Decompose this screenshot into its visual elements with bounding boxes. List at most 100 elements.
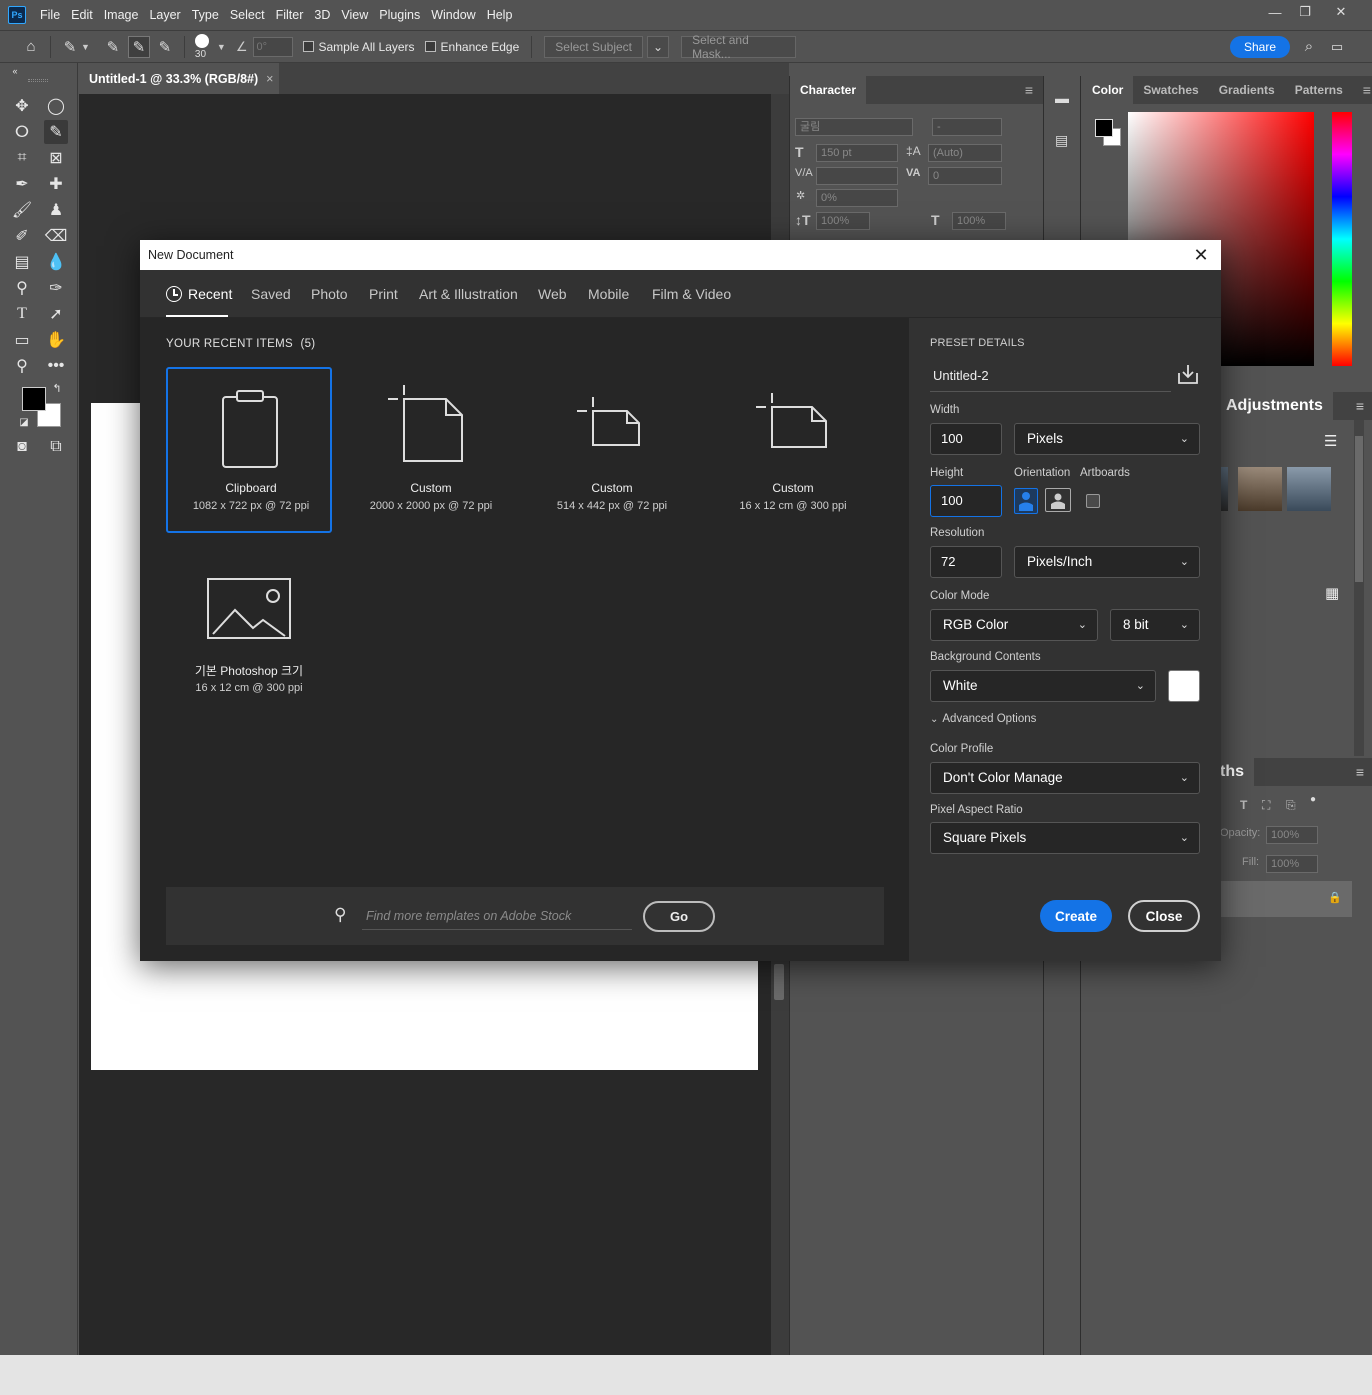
menu-filter[interactable]: Filter xyxy=(276,8,304,22)
home-icon[interactable]: ⌂ xyxy=(20,36,42,58)
recent-item-custom[interactable]: Custom 514 x 442 px @ 72 ppi xyxy=(529,367,695,533)
new-selection-icon[interactable]: ✎ xyxy=(102,36,124,58)
share-button[interactable]: Share xyxy=(1229,35,1290,58)
select-and-mask-button[interactable]: Select and Mask... xyxy=(681,33,797,61)
add-to-selection-icon[interactable]: ✎ xyxy=(127,35,150,58)
recent-item-clipboard[interactable]: Clipboard 1082 x 722 px @ 72 ppi xyxy=(166,367,332,533)
font-family-select[interactable]: 굴림 xyxy=(795,118,913,136)
layer-row[interactable]: 🔒 xyxy=(1220,881,1352,917)
tab-print[interactable]: Print xyxy=(369,270,398,318)
horizontal-scale-field[interactable]: 100% xyxy=(952,212,1006,230)
enhance-edge-checkbox[interactable]: Enhance Edge xyxy=(424,40,519,54)
type-tool-icon[interactable]: T xyxy=(10,302,34,326)
tab-saved[interactable]: Saved xyxy=(251,270,291,318)
brush-size-picker[interactable]: 30 xyxy=(193,32,213,62)
notes-icon[interactable]: ▤ xyxy=(1055,132,1068,149)
create-button[interactable]: Create xyxy=(1040,900,1112,932)
bit-depth-select[interactable]: 8 bit ⌄ xyxy=(1110,609,1200,641)
panel-menu-icon[interactable]: ≡ xyxy=(1353,76,1372,104)
more-tools-icon[interactable]: ••• xyxy=(44,354,68,378)
tab-close-icon[interactable]: × xyxy=(266,72,273,86)
resolution-unit-select[interactable]: Pixels/Inch ⌄ xyxy=(1014,546,1200,578)
adjustment-preset-thumb[interactable] xyxy=(1220,467,1228,511)
subtract-from-selection-icon[interactable]: ✎ xyxy=(154,36,176,58)
opacity-field[interactable]: 100% xyxy=(1266,826,1318,844)
collapse-arrows-icon[interactable]: « xyxy=(10,65,20,77)
scrollbar-thumb[interactable] xyxy=(774,964,784,1000)
menu-window[interactable]: Window xyxy=(431,8,475,22)
advanced-options-toggle[interactable]: ⌄ Advanced Options xyxy=(930,713,1036,725)
eraser-tool-icon[interactable]: ⌫ xyxy=(44,224,68,248)
recent-item-default-photoshop[interactable]: 기본 Photoshop 크기 16 x 12 cm @ 300 ppi xyxy=(166,554,332,720)
tab-paths[interactable]: ths xyxy=(1216,758,1254,786)
history-brush-icon[interactable]: ✐ xyxy=(10,224,34,248)
frame-tool-icon[interactable]: ⊠ xyxy=(44,146,68,170)
document-name-field[interactable]: Untitled-2 xyxy=(930,362,1171,392)
hand-tool-icon[interactable]: ✋ xyxy=(44,328,68,352)
color-profile-select[interactable]: Don't Color Manage ⌄ xyxy=(930,762,1200,794)
pen-tool-icon[interactable]: ✑ xyxy=(44,276,68,300)
swap-colors-icon[interactable]: ↰ xyxy=(50,381,64,395)
menu-3d[interactable]: 3D xyxy=(314,8,330,22)
stock-search-input[interactable]: Find more templates on Adobe Stock xyxy=(362,902,632,930)
quick-selection-tool-icon[interactable]: ✎ xyxy=(44,120,68,144)
save-preset-icon[interactable] xyxy=(1177,363,1199,385)
tab-web[interactable]: Web xyxy=(538,270,567,318)
quick-mask-icon[interactable]: ◙ xyxy=(10,435,34,459)
dialog-close-icon[interactable]: ✕ xyxy=(1189,243,1213,267)
hue-slider[interactable] xyxy=(1332,112,1352,366)
go-button[interactable]: Go xyxy=(643,901,715,932)
kerning-field[interactable] xyxy=(816,167,898,185)
sample-all-layers-checkbox[interactable]: Sample All Layers xyxy=(302,40,415,54)
tab-film-video[interactable]: Film & Video xyxy=(652,270,731,318)
screen-mode-icon[interactable]: ⧉ xyxy=(44,435,68,459)
minimize-icon[interactable]: — xyxy=(1260,0,1290,24)
eyedropper-tool-icon[interactable]: ✒ xyxy=(10,172,34,196)
chevron-down-icon[interactable]: ▼ xyxy=(217,42,226,52)
panel-menu-icon[interactable]: ≡ xyxy=(1356,764,1364,780)
brush-tool-icon[interactable]: 🖌 xyxy=(10,198,34,222)
menu-image[interactable]: Image xyxy=(104,8,139,22)
width-field[interactable]: 100 xyxy=(930,423,1002,455)
quick-selection-preset-icon[interactable]: ✎ xyxy=(59,36,81,58)
height-field[interactable]: 100 xyxy=(930,485,1002,517)
fill-field[interactable]: 100% xyxy=(1266,855,1318,873)
tab-gradients[interactable]: Gradients xyxy=(1209,76,1285,104)
menu-help[interactable]: Help xyxy=(487,8,513,22)
angle-field[interactable]: 0° xyxy=(252,36,293,57)
adjustments-scrollbar[interactable] xyxy=(1354,420,1364,756)
recent-item-custom[interactable]: Custom 2000 x 2000 px @ 72 ppi xyxy=(348,367,514,533)
width-unit-select[interactable]: Pixels ⌄ xyxy=(1014,423,1200,455)
blur-tool-icon[interactable]: 💧 xyxy=(44,250,68,274)
list-view-icon[interactable]: ☰ xyxy=(1324,432,1337,450)
artboards-checkbox[interactable] xyxy=(1086,494,1100,508)
workspace-icon[interactable]: ▭ xyxy=(1326,36,1348,58)
menu-edit[interactable]: Edit xyxy=(71,8,93,22)
font-size-field[interactable]: 150 pt xyxy=(816,144,898,162)
tab-photo[interactable]: Photo xyxy=(311,270,348,318)
background-color-swatch[interactable] xyxy=(1168,670,1200,702)
grid-view-icon[interactable]: ▦ xyxy=(1325,584,1339,602)
tab-recent[interactable]: Recent xyxy=(166,270,232,318)
menu-view[interactable]: View xyxy=(341,8,368,22)
move-tool-icon[interactable]: ✥ xyxy=(10,94,34,118)
window-close-icon[interactable]: ✕ xyxy=(1326,0,1356,24)
menu-plugins[interactable]: Plugins xyxy=(379,8,420,22)
resolution-field[interactable]: 72 xyxy=(930,546,1002,578)
filter-toggle-icon[interactable]: ● xyxy=(1310,794,1316,805)
tab-swatches[interactable]: Swatches xyxy=(1133,76,1208,104)
maximize-icon[interactable]: ❐ xyxy=(1290,0,1320,24)
portrait-orientation-button[interactable] xyxy=(1014,488,1038,514)
type-filter-icon[interactable]: T xyxy=(1240,798,1247,812)
path-selection-icon[interactable]: ➚ xyxy=(44,302,68,326)
search-icon[interactable]: ⌕ xyxy=(1298,36,1320,58)
adjustment-preset-thumb[interactable] xyxy=(1238,467,1282,511)
dodge-tool-icon[interactable]: ⚲ xyxy=(10,276,34,300)
background-contents-select[interactable]: White ⌄ xyxy=(930,670,1156,702)
smart-object-filter-icon[interactable]: ⎘ xyxy=(1286,798,1296,813)
document-tab[interactable]: Untitled-1 @ 33.3% (RGB/8#) × xyxy=(79,63,279,94)
tab-color[interactable]: Color xyxy=(1082,76,1134,104)
font-style-select[interactable]: - xyxy=(932,118,1002,136)
chevron-down-icon[interactable]: ▼ xyxy=(81,42,90,52)
lock-icon[interactable]: 🔒 xyxy=(1328,891,1342,904)
